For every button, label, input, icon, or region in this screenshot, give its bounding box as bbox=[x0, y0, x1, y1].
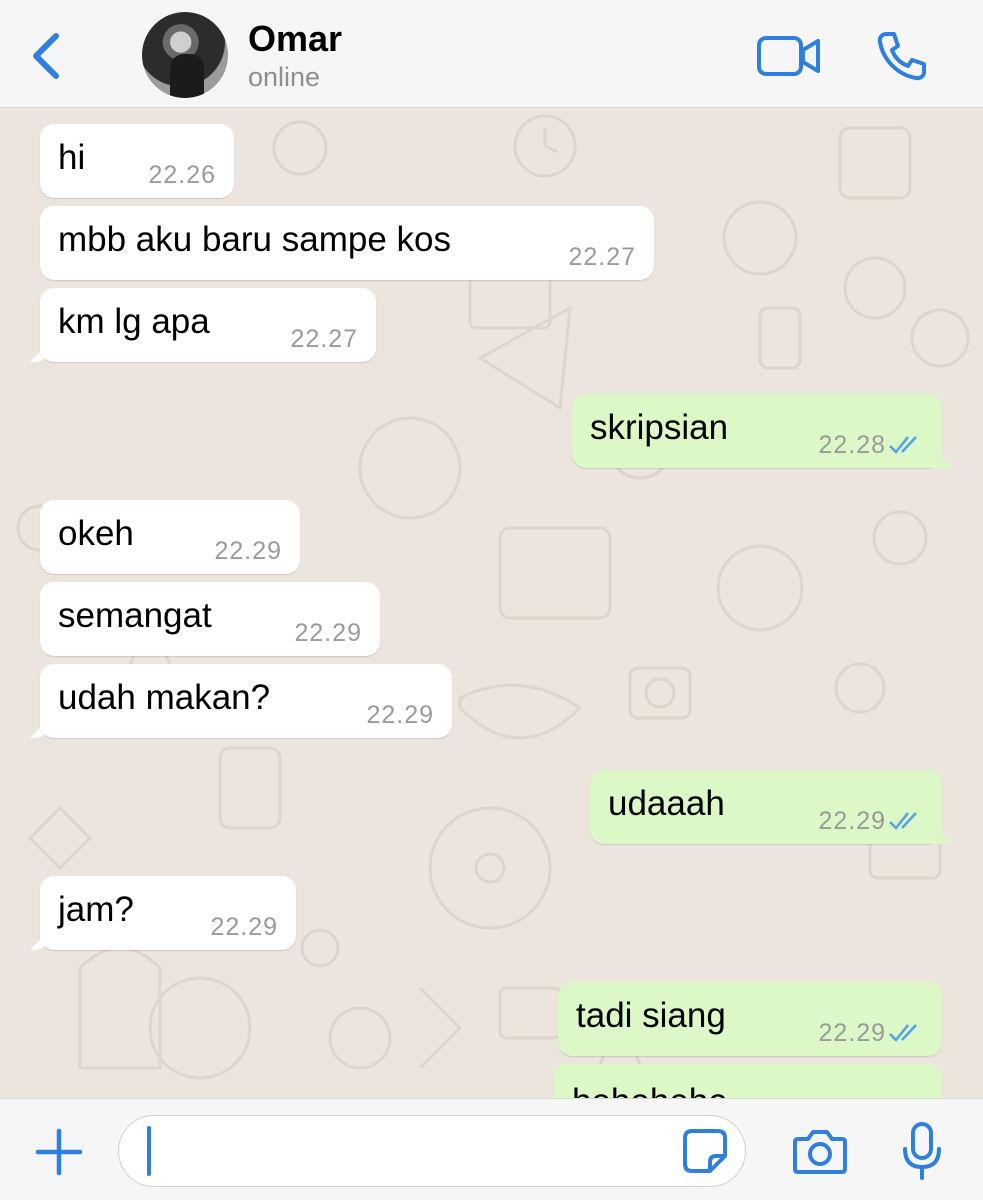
microphone-button[interactable] bbox=[900, 1121, 944, 1181]
message-input-box[interactable] bbox=[118, 1115, 746, 1187]
sticker-button[interactable] bbox=[682, 1128, 728, 1174]
message-text: udah makan? bbox=[58, 678, 271, 717]
microphone-icon bbox=[903, 1122, 941, 1180]
message-bubble[interactable]: okeh 22.29 bbox=[40, 500, 300, 574]
message-composer bbox=[0, 1098, 983, 1200]
chat-header: Omar online bbox=[0, 0, 983, 108]
message-time: 22.29 bbox=[818, 1019, 886, 1047]
read-ticks-icon bbox=[889, 812, 917, 830]
message-text: hehehehe bbox=[572, 1082, 728, 1098]
message-input[interactable] bbox=[159, 1128, 659, 1174]
message-bubble[interactable]: tadi siang 22.29 bbox=[558, 982, 942, 1056]
camera-icon bbox=[793, 1130, 847, 1174]
voice-call-button[interactable] bbox=[876, 30, 928, 82]
message-text: mbb aku baru sampe kos bbox=[58, 220, 451, 259]
message-time: 22.28 bbox=[818, 431, 886, 459]
back-button[interactable] bbox=[22, 28, 72, 84]
message-bubble[interactable]: hi 22.26 bbox=[40, 124, 234, 198]
message-time: 22.29 bbox=[366, 701, 434, 729]
message-bubble[interactable]: jam? 22.29 bbox=[30, 876, 296, 950]
message-text: okeh bbox=[58, 514, 134, 553]
message-text: udaaah bbox=[608, 784, 725, 823]
message-time: 22.29 bbox=[294, 619, 362, 647]
sticker-icon bbox=[683, 1129, 727, 1173]
message-time: 22.27 bbox=[290, 325, 358, 353]
camera-button[interactable] bbox=[792, 1127, 848, 1175]
phone-icon bbox=[877, 32, 926, 81]
read-ticks-icon bbox=[889, 1024, 917, 1042]
message-text: jam? bbox=[58, 890, 134, 929]
message-time: 22.27 bbox=[568, 243, 636, 271]
message-bubble[interactable]: mbb aku baru sampe kos 22.27 bbox=[40, 206, 654, 280]
message-bubble[interactable]: skripsian 22.28 bbox=[572, 394, 952, 468]
message-text: hi bbox=[58, 138, 86, 177]
message-text: tadi siang bbox=[576, 996, 726, 1035]
chevron-left-icon bbox=[33, 33, 59, 79]
message-time: 22.29 bbox=[214, 537, 282, 565]
message-text: skripsian bbox=[590, 408, 729, 447]
message-text: km lg apa bbox=[58, 302, 210, 341]
video-camera-icon bbox=[757, 36, 820, 76]
message-list[interactable]: hi 22.26 mbb aku baru sampe kos 22.27 km… bbox=[0, 108, 983, 1098]
message-bubble[interactable]: hehehehe bbox=[554, 1064, 942, 1098]
message-bubble[interactable]: km lg apa 22.27 bbox=[30, 288, 376, 362]
message-bubble[interactable]: semangat 22.29 bbox=[40, 582, 380, 656]
text-caret bbox=[147, 1126, 151, 1176]
contact-name[interactable]: Omar bbox=[248, 18, 342, 60]
plus-icon bbox=[35, 1128, 83, 1176]
contact-status: online bbox=[248, 62, 321, 92]
message-time: 22.26 bbox=[148, 161, 216, 189]
read-ticks-icon bbox=[889, 436, 917, 454]
message-bubble[interactable]: udah makan? 22.29 bbox=[30, 664, 452, 738]
message-bubble[interactable]: udaaah 22.29 bbox=[590, 770, 952, 844]
avatar[interactable] bbox=[142, 12, 228, 98]
attach-button[interactable] bbox=[34, 1127, 84, 1177]
video-call-button[interactable] bbox=[756, 34, 822, 78]
message-text: semangat bbox=[58, 596, 212, 635]
message-time: 22.29 bbox=[818, 807, 886, 835]
message-time: 22.29 bbox=[210, 913, 278, 941]
